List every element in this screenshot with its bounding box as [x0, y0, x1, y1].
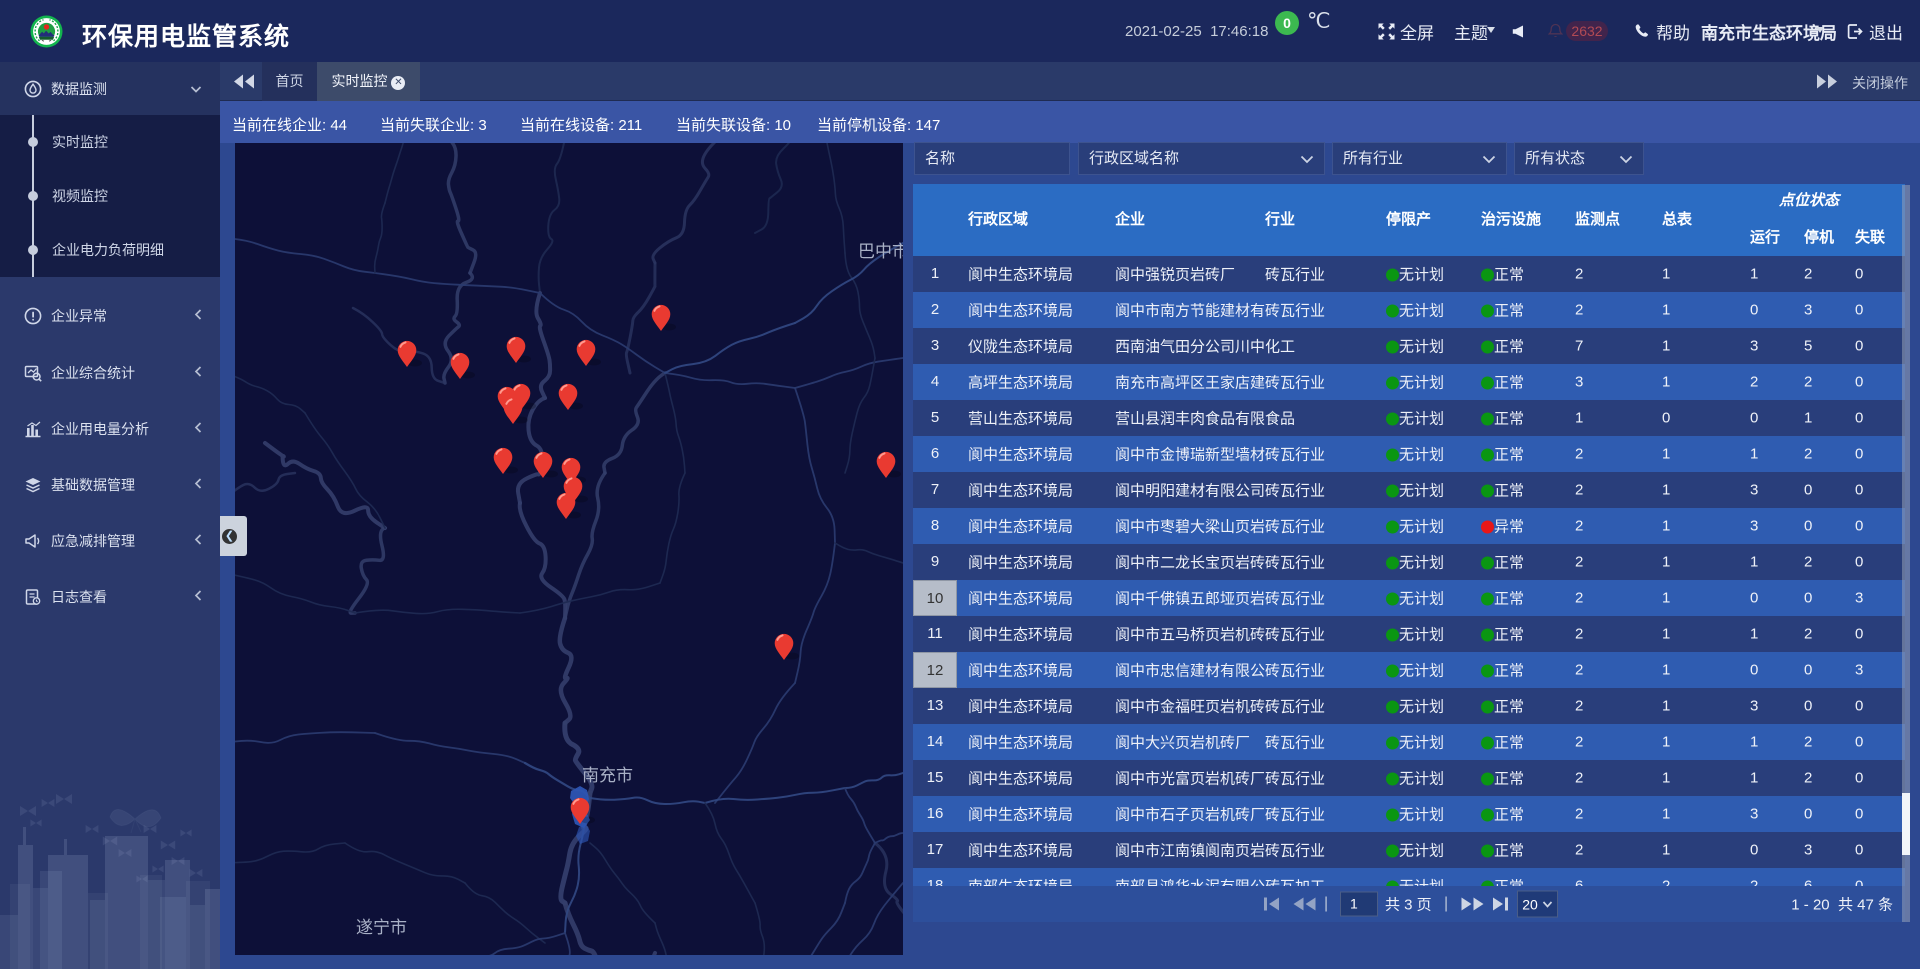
svg-text:遂宁市: 遂宁市 — [356, 918, 407, 937]
svg-text:巴中市: 巴中市 — [858, 242, 903, 261]
svg-text:南充市: 南充市 — [582, 766, 633, 785]
